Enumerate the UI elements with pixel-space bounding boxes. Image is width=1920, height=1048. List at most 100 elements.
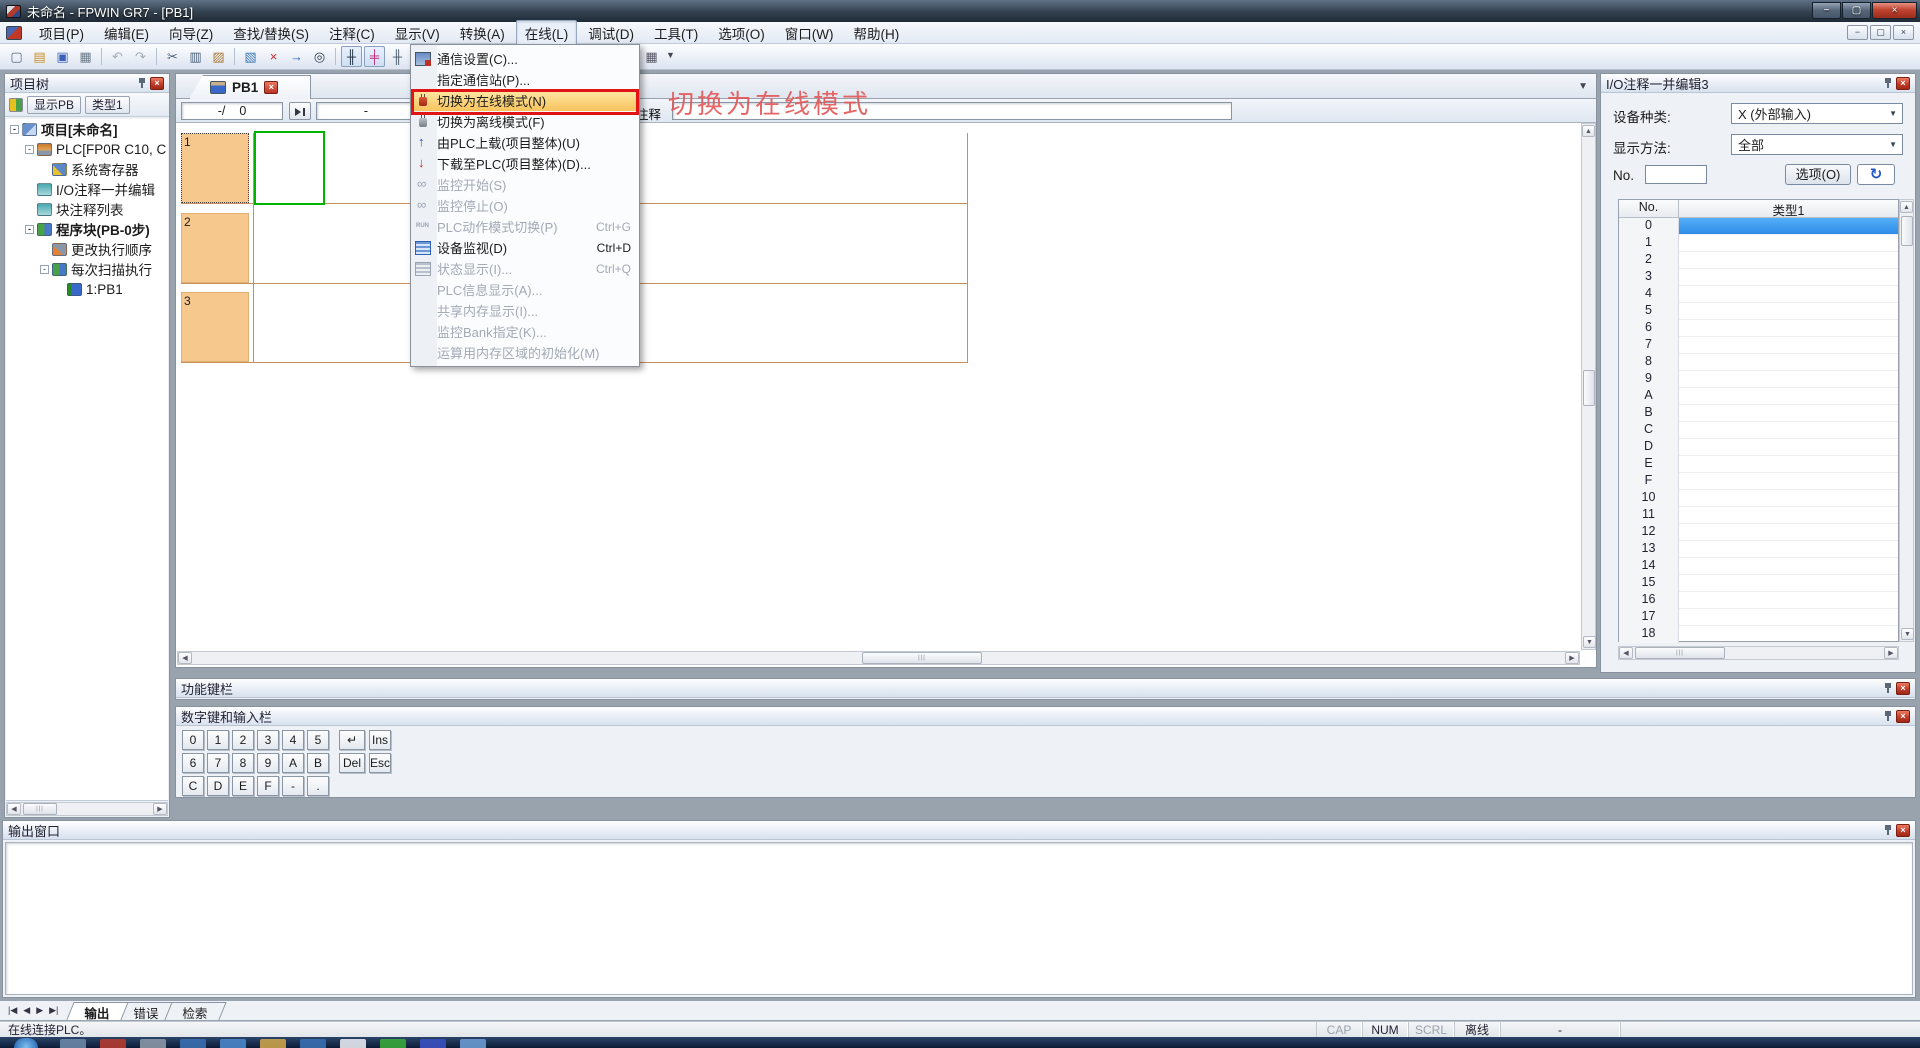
io-row-D[interactable]: D: [1619, 439, 1898, 456]
key-Esc[interactable]: Esc: [369, 753, 391, 773]
io-row-2[interactable]: 2: [1619, 252, 1898, 269]
editor-hscrollbar[interactable]: ◀ ||| ▶: [177, 651, 1580, 665]
scroll-left-icon[interactable]: ◀: [7, 803, 21, 815]
online-menu-item-3[interactable]: 切换为离线模式(F): [411, 111, 639, 132]
scroll-right-icon[interactable]: ▶: [1884, 647, 1898, 659]
io-row-comment[interactable]: [1679, 422, 1898, 439]
io-row-4[interactable]: 4: [1619, 286, 1898, 303]
io-row-1[interactable]: 1: [1619, 235, 1898, 252]
key--[interactable]: -: [282, 776, 304, 796]
io-row-comment[interactable]: [1679, 507, 1898, 524]
io-row-comment[interactable]: [1679, 490, 1898, 507]
io-row-comment[interactable]: [1679, 524, 1898, 541]
menu-item-12[interactable]: 窗口(W): [776, 20, 843, 46]
ladder-row-cell-3[interactable]: 3: [181, 292, 249, 362]
print-icon[interactable]: ▦: [75, 46, 96, 67]
tree-item-0[interactable]: -项目[未命名]: [6, 119, 168, 139]
mdi-close-button[interactable]: ×: [1893, 25, 1914, 40]
io-row-comment[interactable]: [1679, 388, 1898, 405]
scroll-down-icon[interactable]: ▼: [1901, 628, 1914, 640]
scroll-right-icon[interactable]: ▶: [153, 803, 167, 815]
io-row-14[interactable]: 14: [1619, 558, 1898, 575]
no-input[interactable]: [1645, 165, 1707, 184]
scroll-left-icon[interactable]: ◀: [178, 652, 192, 664]
tree-item-2[interactable]: 系统寄存器: [6, 159, 168, 179]
scroll-thumb[interactable]: |||: [1635, 647, 1725, 659]
scroll-thumb[interactable]: |||: [862, 652, 982, 664]
ladder-row-cell-1[interactable]: 1: [181, 133, 249, 203]
taskbar-app-7[interactable]: [340, 1039, 366, 1048]
expander-icon[interactable]: -: [10, 125, 19, 134]
delete-icon[interactable]: ×: [263, 46, 284, 67]
io-row-13[interactable]: 13: [1619, 541, 1898, 558]
contact-out-icon[interactable]: ╫: [387, 46, 408, 67]
taskbar-app-9[interactable]: [420, 1039, 446, 1048]
io-row-comment[interactable]: [1679, 405, 1898, 422]
io-row-comment[interactable]: [1679, 235, 1898, 252]
jump-icon[interactable]: →: [286, 46, 307, 67]
io-row-comment[interactable]: [1679, 558, 1898, 575]
taskbar-app-3[interactable]: [180, 1039, 206, 1048]
taskbar-app-8[interactable]: [380, 1039, 406, 1048]
io-row-8[interactable]: 8: [1619, 354, 1898, 371]
taskbar-app-5[interactable]: [260, 1039, 286, 1048]
save-file-icon[interactable]: ▣: [52, 46, 73, 67]
io-row-A[interactable]: A: [1619, 388, 1898, 405]
io-row-17[interactable]: 17: [1619, 609, 1898, 626]
io-row-comment[interactable]: [1679, 371, 1898, 388]
new-file-icon[interactable]: ▢: [6, 46, 27, 67]
io-row-11[interactable]: 11: [1619, 507, 1898, 524]
minimize-button[interactable]: −: [1812, 2, 1841, 19]
mdi-minimize-button[interactable]: −: [1847, 25, 1868, 40]
key-D[interactable]: D: [207, 776, 229, 796]
online-menu-item-2[interactable]: 切换为在线模式(N): [411, 90, 639, 111]
menu-item-13[interactable]: 帮助(H): [844, 20, 908, 46]
tab-nav-0[interactable]: |◀: [6, 1004, 19, 1017]
online-menu-item-4[interactable]: 由PLC上载(项目整体)(U): [411, 132, 639, 153]
scroll-up-icon[interactable]: ▲: [1582, 125, 1595, 137]
key-B[interactable]: B: [307, 753, 329, 773]
pin-icon[interactable]: [137, 77, 147, 89]
key-Del[interactable]: Del: [339, 753, 365, 773]
numpad-close-icon[interactable]: ×: [1896, 710, 1910, 723]
maximize-button[interactable]: ▢: [1842, 2, 1871, 19]
tree-item-1[interactable]: -PLC[FP0R C10, C: [6, 139, 168, 159]
paste-icon[interactable]: ▨: [208, 46, 229, 67]
io-row-12[interactable]: 12: [1619, 524, 1898, 541]
io-row-C[interactable]: C: [1619, 422, 1898, 439]
tree-hscrollbar[interactable]: ◀ ||| ▶: [6, 802, 168, 816]
refresh-button[interactable]: ↻: [1857, 164, 1895, 185]
io-row-B[interactable]: B: [1619, 405, 1898, 422]
io-row-comment[interactable]: [1679, 439, 1898, 456]
key-Ins[interactable]: Ins: [369, 730, 391, 750]
taskbar-app-4[interactable]: [220, 1039, 246, 1048]
menu-item-5[interactable]: 注释(C): [320, 20, 384, 46]
io-row-3[interactable]: 3: [1619, 269, 1898, 286]
key-F[interactable]: F: [257, 776, 279, 796]
online-menu-item-1[interactable]: 指定通信站(P)...: [411, 69, 639, 90]
key-3[interactable]: 3: [257, 730, 279, 750]
io-row-0[interactable]: 0: [1619, 218, 1898, 235]
io-row-5[interactable]: 5: [1619, 303, 1898, 320]
scroll-down-icon[interactable]: ▼: [1583, 636, 1596, 648]
tab-close-icon[interactable]: ×: [264, 81, 278, 94]
menu-item-7[interactable]: 转换(A): [451, 20, 514, 46]
taskbar-app-10[interactable]: [460, 1039, 486, 1048]
tab-pb1[interactable]: PB1 ×: [189, 75, 311, 99]
io-row-comment[interactable]: [1679, 541, 1898, 558]
io-row-E[interactable]: E: [1619, 456, 1898, 473]
comment-type-button[interactable]: 类型1: [85, 96, 130, 114]
tab-list-icon[interactable]: ▼: [1578, 81, 1588, 92]
ladder-row-cell-2[interactable]: 2: [181, 213, 249, 283]
tree-item-3[interactable]: I/O注释一并编辑: [6, 179, 168, 199]
bottom-tab-输出[interactable]: 输出: [67, 1002, 129, 1020]
output-content[interactable]: [5, 842, 1913, 995]
key-8[interactable]: 8: [232, 753, 254, 773]
online-menu-item-9[interactable]: 设备监视(D)Ctrl+D: [411, 237, 639, 258]
io-row-18[interactable]: 18: [1619, 626, 1898, 643]
io-row-comment[interactable]: [1679, 473, 1898, 490]
io-panel-close-icon[interactable]: ×: [1896, 77, 1910, 90]
sort-icon[interactable]: [9, 98, 23, 112]
editor-vscrollbar[interactable]: ▲ ▼: [1581, 123, 1596, 650]
scroll-thumb[interactable]: [1901, 216, 1913, 246]
